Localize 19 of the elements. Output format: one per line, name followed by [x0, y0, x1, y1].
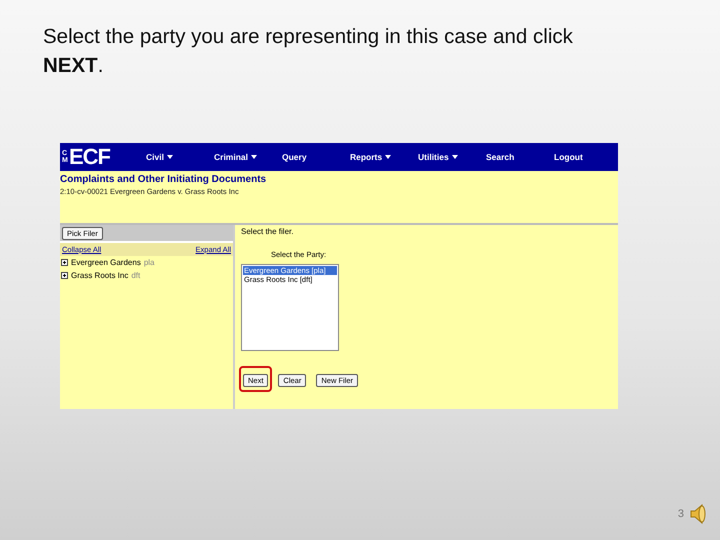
- menu-item[interactable]: Search: [486, 152, 554, 162]
- expand-toggle-icon[interactable]: [61, 259, 68, 266]
- menu-item[interactable]: Civil: [146, 152, 214, 162]
- prompt-text: Select the filer.: [241, 227, 294, 236]
- role-label: dft: [131, 271, 140, 280]
- menu-item[interactable]: Reports: [350, 152, 418, 162]
- menu-item[interactable]: Query: [282, 152, 350, 162]
- instruction-text: Select the party you are representing in this case and click NEXT.: [43, 24, 574, 79]
- role-label: pla: [144, 258, 155, 267]
- expand-toggle-icon[interactable]: [61, 272, 68, 279]
- tree-item[interactable]: Evergreen Gardens: [71, 258, 141, 267]
- menu-item[interactable]: Utilities: [418, 152, 486, 162]
- speaker-icon[interactable]: [690, 504, 708, 524]
- menu-item[interactable]: Criminal: [214, 152, 282, 162]
- logo-text: ECF: [69, 146, 110, 168]
- tree-item[interactable]: Grass Roots Inc: [71, 271, 128, 280]
- menu-item[interactable]: Logout: [554, 152, 622, 162]
- page-number: 3: [678, 508, 684, 520]
- page-title: Complaints and Other Initiating Documents: [60, 174, 268, 185]
